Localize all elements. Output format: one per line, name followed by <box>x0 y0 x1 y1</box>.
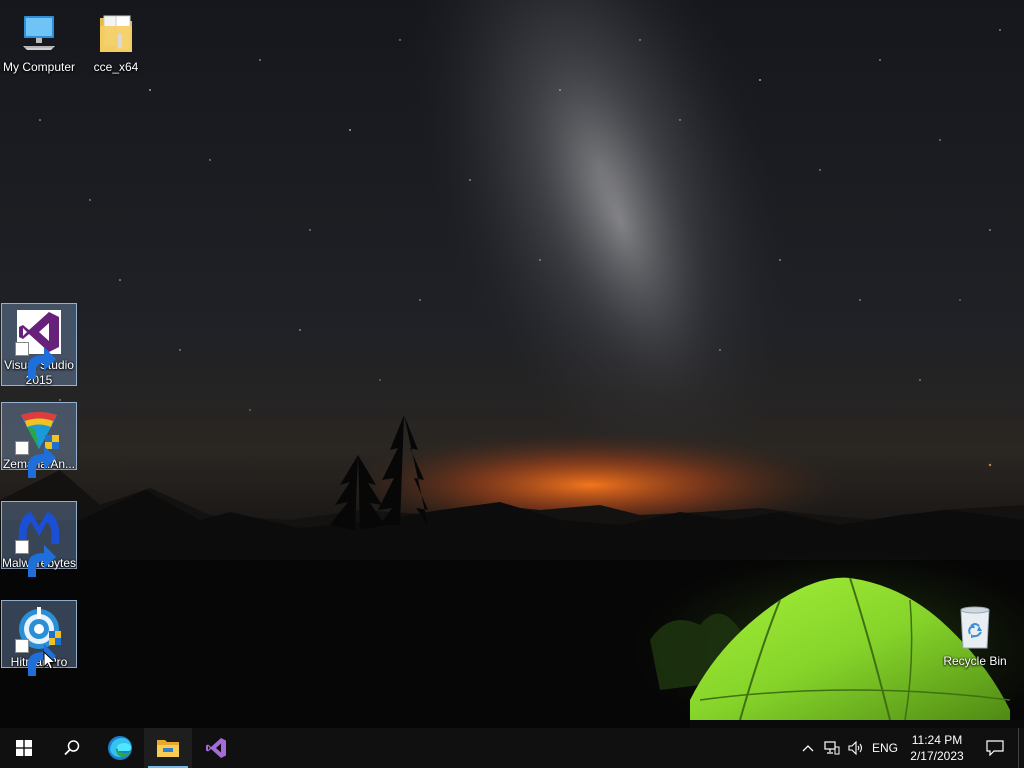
action-center-button[interactable] <box>972 728 1018 768</box>
desktop-icon-label: Recycle Bin <box>943 654 1007 668</box>
chevron-up-icon <box>802 745 814 752</box>
desktop-icon-hitmanpro[interactable]: HitmanPro <box>1 600 77 676</box>
show-hidden-icons-button[interactable] <box>796 728 820 768</box>
taskbar-edge-button[interactable] <box>96 728 144 768</box>
visual-studio-icon <box>206 738 226 758</box>
malwarebytes-icon <box>15 506 63 577</box>
action-center-icon <box>986 740 1004 756</box>
hitmanpro-icon <box>15 605 63 676</box>
clock-date: 2/17/2023 <box>910 749 964 763</box>
edge-icon <box>108 736 132 760</box>
mouse-cursor-icon <box>43 651 57 670</box>
volume-icon <box>848 741 863 755</box>
desktop-icon-zemana[interactable]: Zemana.An... <box>1 402 77 478</box>
show-desktop-button[interactable] <box>1018 728 1024 768</box>
start-button[interactable] <box>0 728 48 768</box>
desktop-icon-visual-studio-2015[interactable]: Visual Studio 2015 <box>1 303 77 387</box>
search-button[interactable] <box>48 728 96 768</box>
network-icon <box>824 741 840 755</box>
start-icon <box>16 740 32 756</box>
taskbar-visual-studio-button[interactable] <box>192 728 240 768</box>
visual-studio-icon <box>15 308 63 379</box>
file-explorer-icon <box>157 740 179 757</box>
desktop-icon-cce-x64[interactable]: cce_x64 <box>78 6 154 75</box>
desktop-icon-recycle-bin[interactable]: Recycle Bin <box>937 600 1013 669</box>
zemana-icon <box>15 407 63 478</box>
clock[interactable]: 11:24 PM 2/17/2023 <box>902 732 972 764</box>
desktop-icon-label: My Computer <box>2 60 76 74</box>
search-icon <box>64 740 80 756</box>
computer-icon <box>15 10 63 58</box>
system-tray: ENG 11:24 PM 2/17/2023 <box>796 728 1024 768</box>
input-language-indicator[interactable]: ENG <box>868 741 902 755</box>
folder-icon <box>92 10 140 58</box>
network-button[interactable] <box>820 728 844 768</box>
recycle-bin-icon <box>951 604 999 652</box>
shortcut-arrow-icon <box>15 342 56 379</box>
desktop-icon-my-computer[interactable]: My Computer <box>1 6 77 75</box>
shortcut-arrow-icon <box>15 441 56 478</box>
desktop-icon-malwarebytes[interactable]: Malwarebytes <box>1 501 77 577</box>
volume-button[interactable] <box>844 728 868 768</box>
taskbar-file-explorer-button[interactable] <box>144 728 192 768</box>
desktop-wallpaper <box>0 0 1024 728</box>
taskbar: ENG 11:24 PM 2/17/2023 <box>0 728 1024 768</box>
desktop-icon-label: cce_x64 <box>93 60 139 74</box>
shortcut-arrow-icon <box>15 639 56 676</box>
shortcut-arrow-icon <box>15 540 56 577</box>
clock-time: 11:24 PM <box>911 733 963 747</box>
